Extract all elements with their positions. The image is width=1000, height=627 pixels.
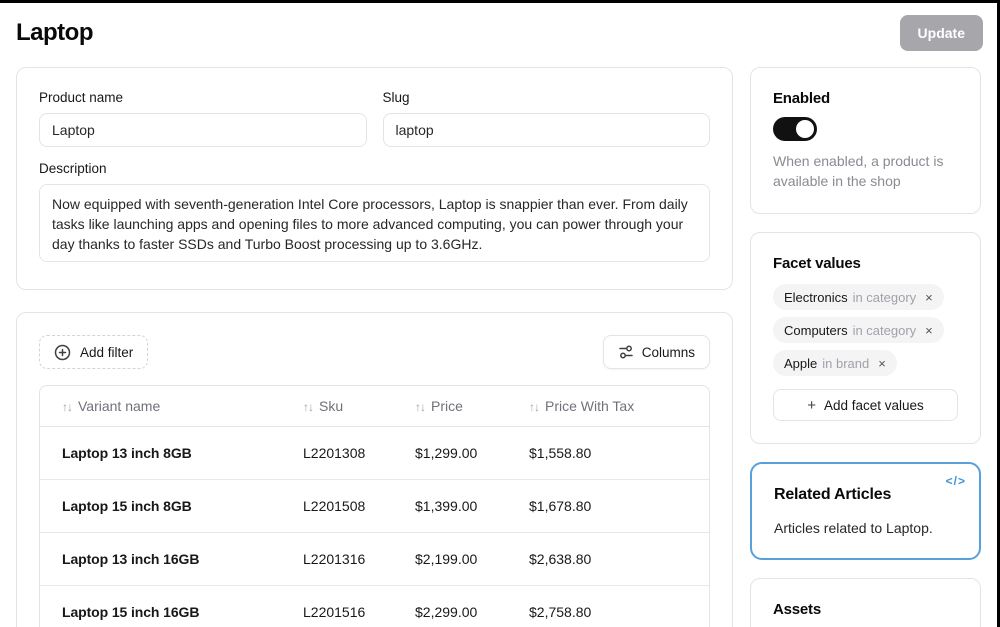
sort-icon[interactable]: ↑↓ <box>303 400 313 414</box>
add-facet-values-label: Add facet values <box>824 398 924 413</box>
add-filter-button[interactable]: Add filter <box>39 335 148 369</box>
facet-chip-value: Computers <box>784 323 848 338</box>
column-header-price[interactable]: ↑↓Price <box>407 386 521 426</box>
price-cell: $2,299.00 <box>407 585 521 627</box>
variants-table: ↑↓Variant name ↑↓Sku ↑↓Price ↑↓Price Wit… <box>39 385 710 627</box>
facet-chip-qualifier: in category <box>853 290 917 305</box>
circle-plus-icon <box>54 344 71 361</box>
price-cell: $2,199.00 <box>407 532 521 585</box>
page-header: Laptop Update <box>16 14 983 52</box>
sort-icon[interactable]: ↑↓ <box>529 400 539 414</box>
enabled-card: Enabled When enabled, a product is avail… <box>750 67 981 214</box>
variant-name-cell[interactable]: Laptop 15 inch 8GB <box>40 479 295 532</box>
price-with-tax-cell: $2,758.80 <box>521 585 709 627</box>
sort-icon[interactable]: ↑↓ <box>415 400 425 414</box>
price-with-tax-cell: $2,638.80 <box>521 532 709 585</box>
enabled-card-title: Enabled <box>773 90 958 107</box>
assets-card: Assets <box>750 578 981 627</box>
price-with-tax-cell: $1,558.80 <box>521 426 709 479</box>
product-detail-page: Laptop Update Product name Slug Descript… <box>0 0 1000 627</box>
close-icon[interactable]: × <box>925 323 933 338</box>
enabled-toggle[interactable] <box>773 117 817 141</box>
sku-cell: L2201508 <box>295 479 407 532</box>
price-cell: $1,299.00 <box>407 426 521 479</box>
facet-chip-qualifier: in brand <box>822 356 869 371</box>
assets-title: Assets <box>773 601 958 618</box>
product-name-input[interactable] <box>39 113 367 147</box>
sku-cell: L2201316 <box>295 532 407 585</box>
table-header-row: ↑↓Variant name ↑↓Sku ↑↓Price ↑↓Price Wit… <box>40 386 709 426</box>
facet-values-title: Facet values <box>773 255 958 272</box>
related-articles-title: Related Articles <box>774 486 957 504</box>
code-icon[interactable]: </> <box>946 474 966 488</box>
columns-label: Columns <box>642 345 695 360</box>
facet-chip: Apple in brand × <box>773 350 897 376</box>
facet-chip-value: Electronics <box>784 290 848 305</box>
facet-chip-value: Apple <box>784 356 817 371</box>
page-title: Laptop <box>16 19 93 47</box>
add-filter-label: Add filter <box>80 345 133 360</box>
variants-card: Add filter Columns <box>16 312 733 627</box>
slug-input[interactable] <box>383 113 711 147</box>
plus-icon: + <box>807 397 816 414</box>
facet-chip: Computers in category × <box>773 317 944 343</box>
variant-name-cell[interactable]: Laptop 13 inch 16GB <box>40 532 295 585</box>
price-cell: $1,399.00 <box>407 479 521 532</box>
table-row[interactable]: Laptop 13 inch 8GB L2201308 $1,299.00 $1… <box>40 426 709 479</box>
column-header-sku[interactable]: ↑↓Sku <box>295 386 407 426</box>
product-name-label: Product name <box>39 90 367 105</box>
sliders-icon <box>618 344 634 360</box>
close-icon[interactable]: × <box>878 356 886 371</box>
facet-chip: Electronics in category × <box>773 284 944 310</box>
table-row[interactable]: Laptop 13 inch 16GB L2201316 $2,199.00 $… <box>40 532 709 585</box>
column-header-variant-name[interactable]: ↑↓Variant name <box>40 386 295 426</box>
price-with-tax-cell: $1,678.80 <box>521 479 709 532</box>
related-articles-body: Articles related to Laptop. <box>774 520 957 536</box>
description-label: Description <box>39 161 710 176</box>
variant-name-cell[interactable]: Laptop 13 inch 8GB <box>40 426 295 479</box>
table-row[interactable]: Laptop 15 inch 8GB L2201508 $1,399.00 $1… <box>40 479 709 532</box>
sort-icon[interactable]: ↑↓ <box>62 400 72 414</box>
facet-chip-qualifier: in category <box>853 323 917 338</box>
add-facet-values-button[interactable]: + Add facet values <box>773 389 958 421</box>
update-button[interactable]: Update <box>900 15 983 51</box>
sku-cell: L2201308 <box>295 426 407 479</box>
table-row[interactable]: Laptop 15 inch 16GB L2201516 $2,299.00 $… <box>40 585 709 627</box>
close-icon[interactable]: × <box>925 290 933 305</box>
columns-button[interactable]: Columns <box>603 335 710 369</box>
product-form-card: Product name Slug Description Now equipp… <box>16 67 733 290</box>
enabled-help-text: When enabled, a product is available in … <box>773 151 958 191</box>
slug-label: Slug <box>383 90 711 105</box>
column-header-price-with-tax[interactable]: ↑↓Price With Tax <box>521 386 709 426</box>
toggle-knob <box>796 120 814 138</box>
window-edge-top <box>0 0 1000 3</box>
description-textarea[interactable]: Now equipped with seventh-generation Int… <box>39 184 710 262</box>
facet-values-card: Facet values Electronics in category × C… <box>750 232 981 444</box>
variant-name-cell[interactable]: Laptop 15 inch 16GB <box>40 585 295 627</box>
related-articles-card[interactable]: </> Related Articles Articles related to… <box>750 462 981 560</box>
sku-cell: L2201516 <box>295 585 407 627</box>
